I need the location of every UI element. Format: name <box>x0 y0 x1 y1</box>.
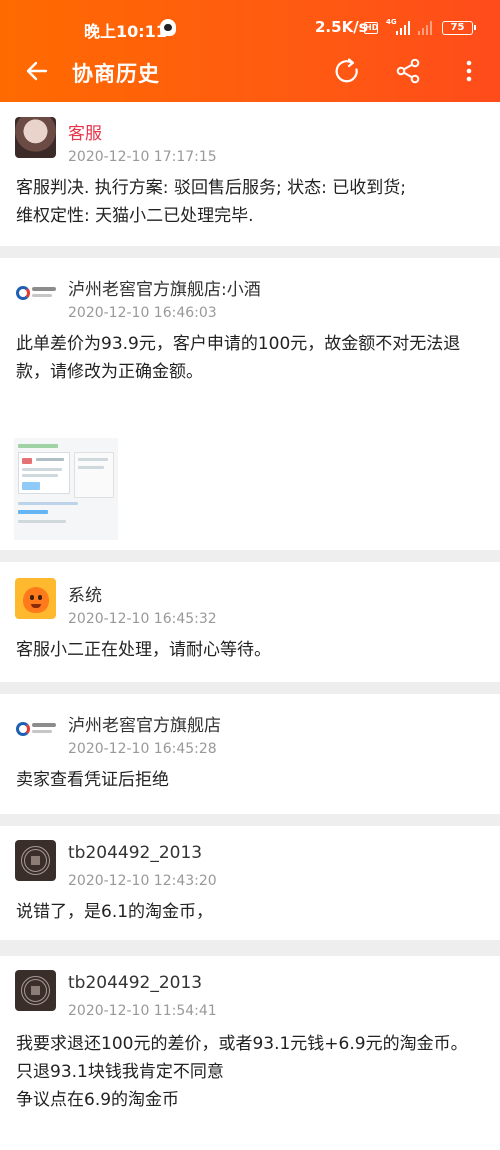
agent-photo-avatar <box>15 117 56 158</box>
record-author: 泸州老窖官方旗舰店 <box>68 716 221 736</box>
arrow-left-icon[interactable] <box>22 56 52 86</box>
navigation-bar: 协商历史 <box>0 44 500 102</box>
more-vertical-icon[interactable] <box>454 56 484 86</box>
system-mascot-avatar <box>15 578 56 619</box>
record-message: 卖家查看凭证后拒绝 <box>16 770 169 790</box>
signal-secondary-icon <box>418 21 434 35</box>
record-message: 此单差价为93.9元，客户申请的100元，故金额不对无法退款，请修改为正确金额。 <box>16 334 461 382</box>
record-message: 说错了，是6.1的淘金币， <box>16 902 214 922</box>
record-message: 客服判决. 执行方案: 驳回售后服务; 状态: 已收到货; 维权定性: 天猫小二… <box>16 178 406 226</box>
history-record: 泸州老窖官方旗舰店:小酒 2020-12-10 16:46:03 此单差价为93… <box>0 258 500 550</box>
record-time: 2020-12-10 16:45:32 <box>68 611 217 627</box>
page-title: 协商历史 <box>72 62 160 86</box>
status-bar: 晚上10:11 2.5K/s HD 4G 75 <box>0 0 500 44</box>
record-time: 2020-12-10 17:17:15 <box>68 149 217 165</box>
record-message: 我要求退还100元的差价，或者93.1元钱+6.9元的淘金币。 只退93.1块钱… <box>16 1034 468 1110</box>
luzhou-laojiao-logo <box>15 708 56 749</box>
share-icon[interactable] <box>393 56 423 86</box>
record-message: 客服小二正在处理，请耐心等待。 <box>16 640 271 660</box>
signal-icon <box>396 21 412 35</box>
history-record: tb204492_2013 2020-12-10 11:54:41 我要求退还1… <box>0 956 500 1150</box>
screenshot-thumbnail[interactable] <box>14 438 118 540</box>
status-time: 晚上10:11 <box>84 22 167 41</box>
qq-icon <box>160 19 176 36</box>
record-time: 2020-12-10 16:45:28 <box>68 741 217 757</box>
record-author: 客服 <box>68 124 102 144</box>
record-time: 2020-12-10 12:43:20 <box>68 873 217 889</box>
qr-code-avatar <box>15 840 56 881</box>
network-speed: 2.5K/s <box>315 18 368 36</box>
record-author: tb204492_2013 <box>68 973 203 993</box>
record-author: tb204492_2013 <box>68 843 203 863</box>
hd-badge: HD <box>364 22 379 34</box>
qr-code-avatar <box>15 970 56 1011</box>
refresh-icon[interactable] <box>332 56 362 86</box>
record-time: 2020-12-10 16:46:03 <box>68 305 217 321</box>
record-time: 2020-12-10 11:54:41 <box>68 1003 217 1019</box>
record-author: 系统 <box>68 586 102 606</box>
history-record: 客服 2020-12-10 17:17:15 客服判决. 执行方案: 驳回售后服… <box>0 102 500 246</box>
record-author: 泸州老窖官方旗舰店:小酒 <box>68 280 261 300</box>
history-record: tb204492_2013 2020-12-10 12:43:20 说错了，是6… <box>0 826 500 940</box>
app-bar: 晚上10:11 2.5K/s HD 4G 75 协商历史 <box>0 0 500 102</box>
battery-icon: 75 <box>442 21 476 35</box>
history-record: 泸州老窖官方旗舰店 2020-12-10 16:45:28 卖家查看凭证后拒绝 <box>0 694 500 814</box>
luzhou-laojiao-logo <box>15 272 56 313</box>
history-record: 系统 2020-12-10 16:45:32 客服小二正在处理，请耐心等待。 <box>0 562 500 682</box>
